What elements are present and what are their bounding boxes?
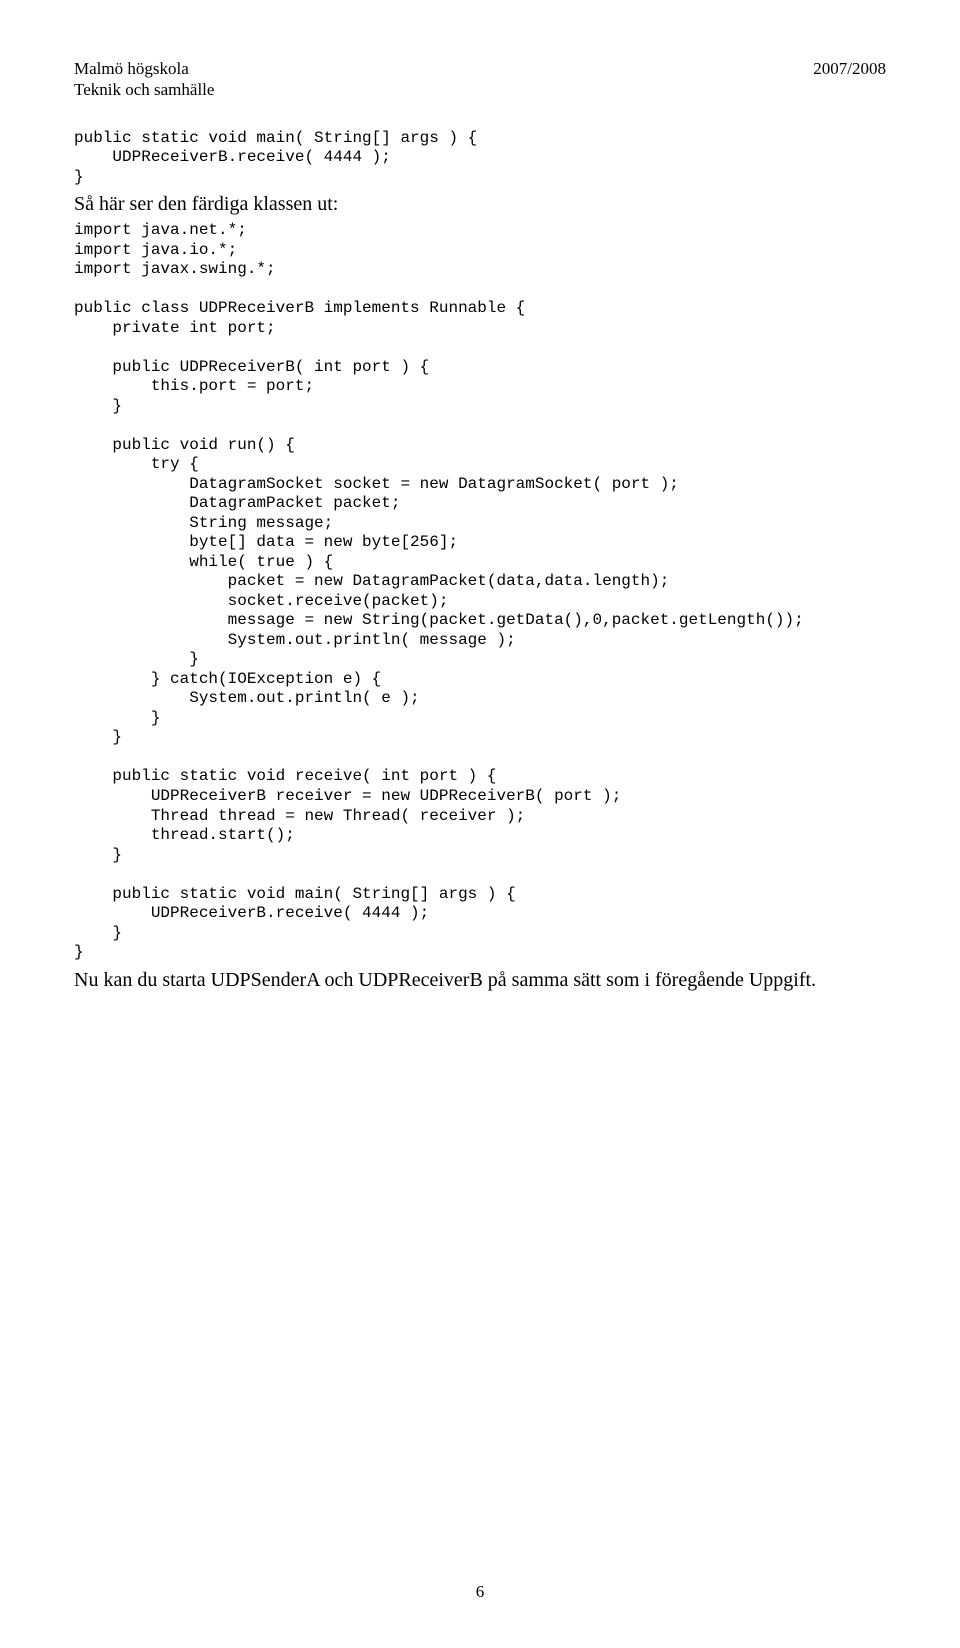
- header-department: Teknik och samhälle: [74, 79, 214, 100]
- page: Malmö högskola Teknik och samhälle 2007/…: [0, 0, 960, 1648]
- header-left: Malmö högskola Teknik och samhälle: [74, 58, 214, 101]
- prose-intro: Så här ser den färdiga klassen ut:: [74, 191, 886, 217]
- header-institution: Malmö högskola: [74, 58, 214, 79]
- header-right: 2007/2008: [813, 58, 886, 101]
- page-header: Malmö högskola Teknik och samhälle 2007/…: [74, 58, 886, 101]
- header-year: 2007/2008: [813, 58, 886, 79]
- code-class-full: import java.net.*; import java.io.*; imp…: [74, 221, 886, 963]
- prose-outro: Nu kan du starta UDPSenderA och UDPRecei…: [74, 967, 886, 993]
- page-number: 6: [0, 1582, 960, 1602]
- code-snippet-main: public static void main( String[] args )…: [74, 129, 886, 188]
